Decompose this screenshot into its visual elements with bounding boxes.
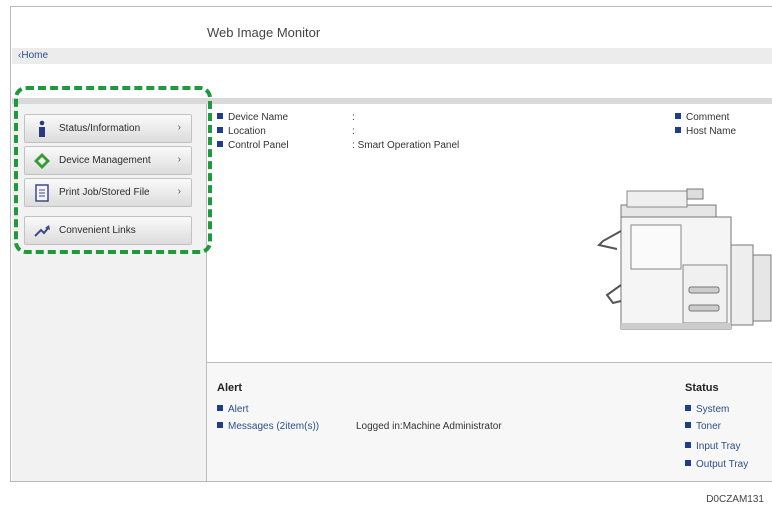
location-label: Location <box>228 126 266 137</box>
alert-heading: Alert <box>217 382 243 394</box>
status-link-output-tray[interactable]: Output Tray <box>685 459 748 470</box>
printer-image <box>597 188 772 330</box>
bullet-icon <box>217 141 223 147</box>
control-panel-row: Control Panel <box>217 140 289 151</box>
location-row: Location <box>217 126 266 137</box>
figure-code: D0CZAM131 <box>706 494 764 505</box>
control-panel-value: : Smart Operation Panel <box>352 140 460 151</box>
host-name-label: Host Name <box>686 126 737 137</box>
status-link-toner[interactable]: Toner <box>685 421 721 432</box>
status-link-input-tray[interactable]: Input Tray <box>685 441 740 452</box>
bullet-icon <box>685 422 691 428</box>
bullet-icon <box>217 405 223 411</box>
device-name-row: Device Name <box>217 112 288 123</box>
status-link-system[interactable]: System <box>685 404 729 415</box>
location-sep: : <box>352 126 355 137</box>
comment-label: Comment <box>686 112 730 123</box>
device-name-label: Device Name <box>228 112 289 123</box>
control-panel-label: Control Panel <box>228 140 289 151</box>
bullet-icon <box>685 442 691 448</box>
bullet-icon <box>217 422 223 428</box>
host-name-row: Host Name <box>675 126 736 137</box>
bullet-icon <box>217 127 223 133</box>
bullet-icon <box>675 113 681 119</box>
alert-link[interactable]: Alert <box>217 404 249 415</box>
bullet-icon <box>685 405 691 411</box>
highlight-outline <box>14 86 212 254</box>
home-label: Home <box>21 50 49 61</box>
comment-row: Comment <box>675 112 729 123</box>
breadcrumb-bar: ‹Home <box>12 48 772 64</box>
home-link[interactable]: ‹Home <box>18 50 48 61</box>
control-panel-value-text: Smart Operation Panel <box>357 140 460 151</box>
messages-link[interactable]: Messages (2item(s)) <box>217 421 319 432</box>
bullet-icon <box>217 113 223 119</box>
bullet-icon <box>685 460 691 466</box>
bullet-icon <box>675 127 681 133</box>
status-heading: Status <box>685 382 719 394</box>
device-name-sep: : <box>352 112 355 123</box>
logged-in-text: Logged in:Machine Administrator <box>356 421 502 432</box>
page-title: Web Image Monitor <box>207 25 321 40</box>
